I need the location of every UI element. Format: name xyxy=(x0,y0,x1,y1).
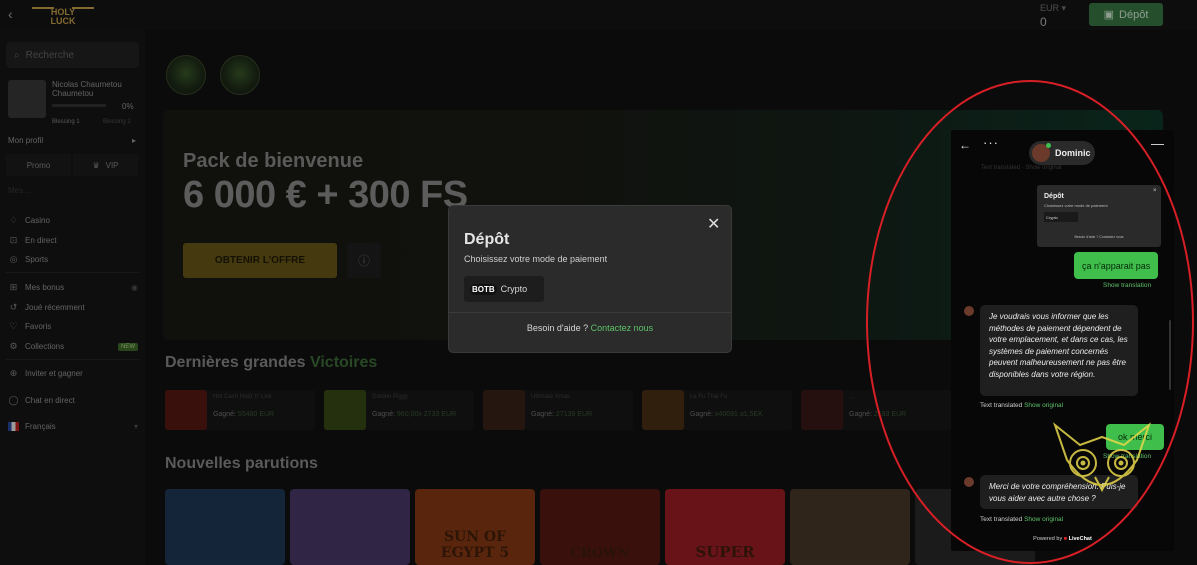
owl-watermark-icon xyxy=(1052,422,1152,493)
modal-subtitle: Choisissez votre mode de paiement xyxy=(464,254,608,264)
deposit-modal: Dépôt Choisissez votre mode de paiement … xyxy=(448,205,732,353)
modal-title: Dépôt xyxy=(464,231,510,248)
divider xyxy=(449,312,731,313)
payment-logo: BOTB xyxy=(470,283,497,295)
close-icon[interactable]: ✕ xyxy=(707,214,720,234)
minimize-icon[interactable]: — xyxy=(1151,136,1164,151)
help-text: Besoin d'aide ? Contactez nous xyxy=(526,323,654,333)
contact-link[interactable]: Contactez nous xyxy=(591,323,654,333)
payment-method-crypto[interactable]: BOTB Crypto xyxy=(464,276,544,302)
